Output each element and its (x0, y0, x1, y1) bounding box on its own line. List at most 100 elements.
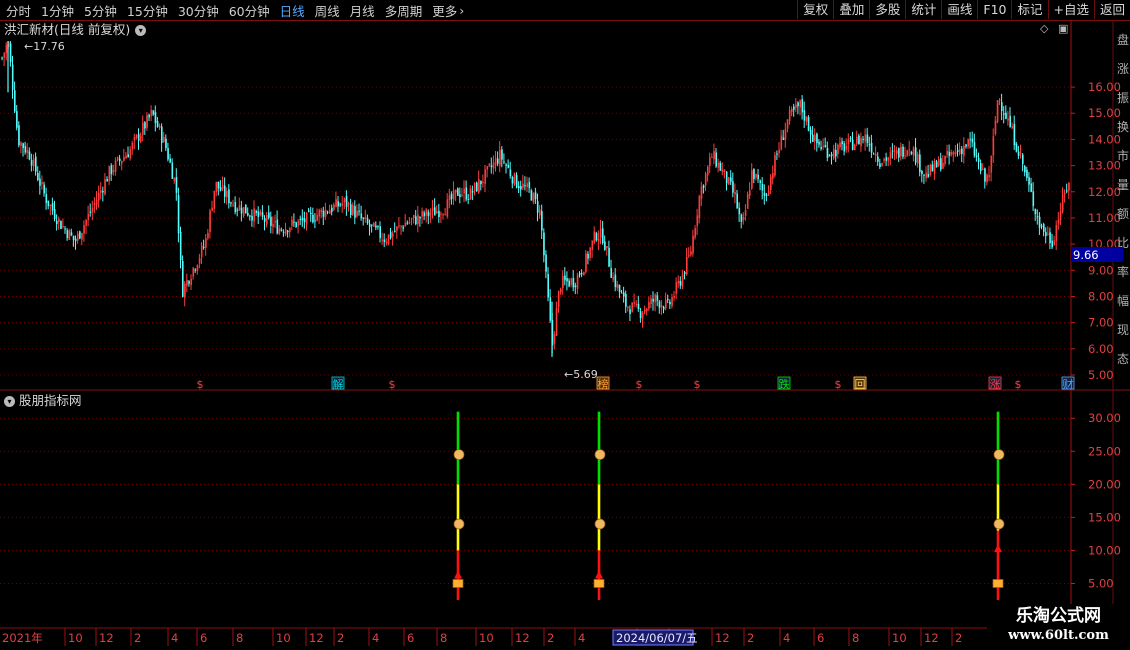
candle-body (182, 261, 184, 297)
candle-body (9, 43, 12, 63)
candle-body (1049, 232, 1051, 244)
candle-body (673, 296, 675, 298)
candle-body (404, 222, 407, 227)
candle-body (623, 292, 625, 297)
candle-body (501, 149, 503, 160)
candle-body (755, 174, 757, 178)
candle-body (872, 153, 875, 155)
candle-body (314, 220, 316, 222)
candle-body (835, 150, 837, 157)
candle-body (986, 174, 988, 183)
candle-body (944, 155, 946, 164)
candle-body (770, 176, 772, 190)
candle-body (845, 146, 848, 150)
candle-body (593, 231, 596, 243)
candle-body (585, 253, 587, 272)
candle-body (875, 154, 877, 156)
candle-body (297, 220, 300, 227)
candle-body (37, 173, 39, 181)
candle-body (446, 199, 449, 217)
candle-body (734, 192, 736, 195)
event-markers: $ 解 $ 榜 $ $ 跌 $ 回 涨 $ 财 (197, 376, 1075, 391)
candle-body (1015, 143, 1018, 152)
candle-body (305, 212, 308, 225)
candle-body (190, 278, 192, 286)
candle-body (133, 137, 136, 141)
candle-body (782, 137, 785, 140)
candle-body (587, 253, 589, 259)
candle-body (515, 175, 518, 188)
candle-body (799, 100, 801, 108)
indicator-title[interactable]: ▾ 股朋指标网 (4, 393, 82, 409)
candle-body (933, 160, 936, 174)
candle-body (284, 228, 287, 235)
candle-body (375, 225, 377, 228)
candle-body (893, 151, 896, 153)
candle-body (215, 181, 218, 192)
candle-body (982, 168, 984, 170)
candle-body (767, 190, 770, 196)
candle-body (599, 228, 602, 238)
candle-body (238, 205, 241, 211)
candle-body (616, 283, 619, 289)
candle-body (511, 177, 514, 184)
candle-body (656, 295, 659, 301)
candle-body (921, 170, 923, 175)
candle-body (795, 104, 797, 108)
candle-body (1013, 123, 1016, 146)
candle-body (780, 135, 783, 150)
candle-body (81, 232, 83, 240)
candle-body (450, 193, 453, 200)
candle-body (350, 204, 352, 215)
candle-body (389, 232, 392, 238)
candle-body (736, 193, 738, 209)
chevron-down-icon[interactable]: ▾ (135, 24, 147, 36)
candle-body (1034, 208, 1037, 215)
candle-body (379, 226, 381, 238)
candle-body (709, 157, 711, 167)
side-panel-label-9: 幅 (1117, 293, 1129, 308)
candle-body (555, 308, 558, 336)
candle-body (343, 198, 346, 203)
candle-body (776, 153, 778, 155)
candle-body (660, 305, 663, 308)
candle-body (240, 207, 243, 214)
candle-body (715, 152, 717, 167)
candle-body (1055, 225, 1058, 241)
candle-body (562, 275, 564, 289)
candle-body (530, 190, 533, 201)
x-label-20: 12 (715, 631, 730, 645)
candle-body (186, 279, 188, 286)
candle-body (354, 206, 356, 218)
candle-body (408, 221, 411, 223)
candle-body (345, 196, 348, 207)
candle-body (203, 246, 205, 248)
event-marker-2: $ (389, 378, 396, 391)
candle-body (200, 245, 203, 258)
main-chart-title[interactable]: 洪汇新材(日线 前复权) ▾ (4, 22, 147, 38)
candle-body (671, 297, 673, 307)
candle-body (413, 215, 415, 219)
chevron-down-icon[interactable]: ▾ (4, 395, 15, 407)
watermark-title: 乐淘公式网 (1016, 606, 1101, 626)
candle-body (812, 134, 814, 142)
candle-body (179, 231, 182, 261)
candle-body (581, 273, 583, 275)
candle-body (352, 205, 354, 215)
diamond-icon[interactable]: ◇ (1040, 22, 1048, 36)
candle-body (289, 227, 291, 233)
candle-body (387, 234, 390, 244)
candle-body (463, 188, 465, 194)
x-label-5: 6 (200, 631, 207, 645)
x-label-11: 6 (407, 631, 414, 645)
candle-body (908, 149, 911, 151)
candle-body (686, 256, 688, 275)
candle-body (213, 190, 216, 209)
candle-body (438, 210, 440, 218)
x-label-21: 2 (747, 631, 754, 645)
candle-body (492, 162, 495, 169)
candle-body (255, 210, 258, 213)
candle-body (39, 178, 41, 186)
candle-body (135, 134, 138, 138)
window-icon[interactable]: ▣ (1058, 22, 1068, 36)
